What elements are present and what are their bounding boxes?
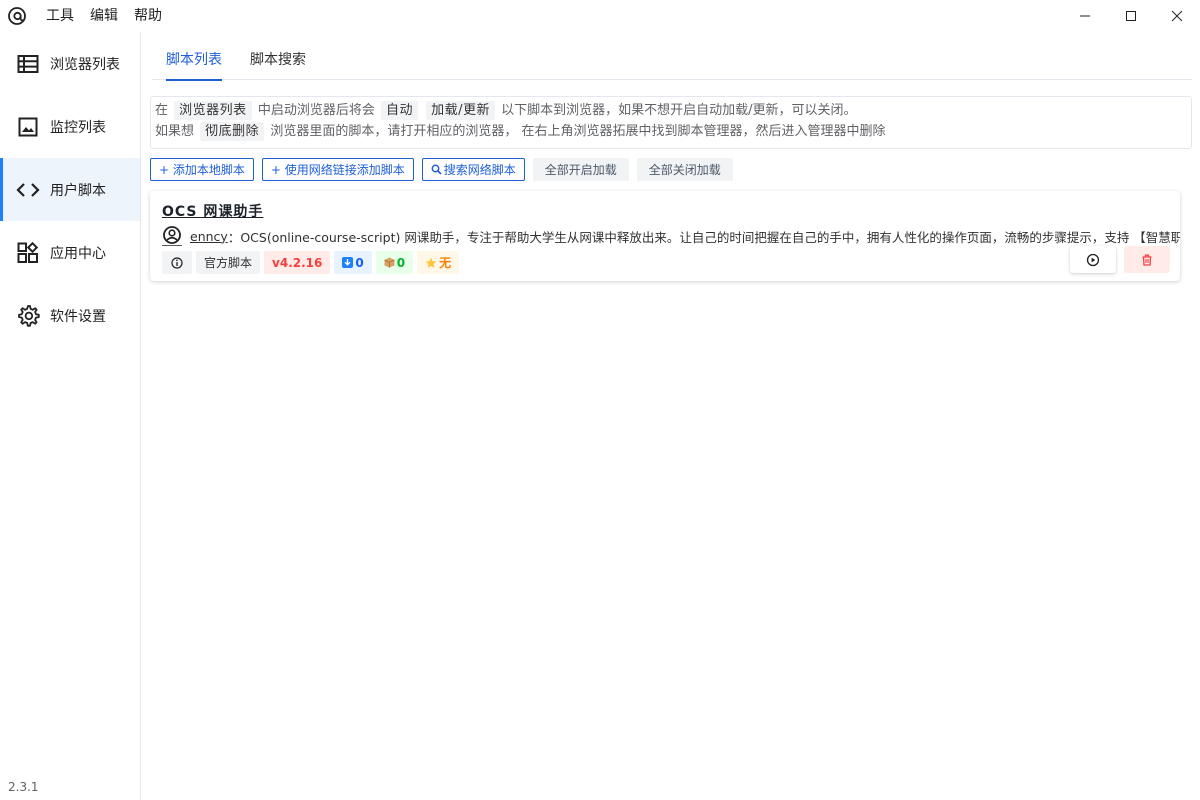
notice-line-2: 如果想 彻底删除 浏览器里面的脚本，请打开相应的浏览器， 在右上角浏览器拓展中找…	[155, 121, 1187, 142]
apps-icon	[16, 241, 40, 265]
menu-edit[interactable]: 编辑	[82, 0, 126, 32]
gear-icon	[16, 304, 40, 328]
star-icon	[425, 257, 437, 268]
rating-badge: 无	[417, 251, 460, 274]
sidebar-item-monitor-list[interactable]: 监控列表	[0, 95, 140, 158]
play-icon	[1086, 253, 1100, 266]
app-logo-icon	[0, 0, 34, 32]
tab-script-search[interactable]: 脚本搜索	[236, 32, 320, 80]
notice-text: 在	[155, 103, 169, 118]
search-icon	[431, 164, 442, 175]
info-notice: 在 浏览器列表 中启动浏览器后将会 自动 加载/更新 以下脚本到浏览器，如果不想…	[150, 96, 1192, 149]
rating-value: 无	[439, 256, 452, 270]
sidebar-item-label: 软件设置	[50, 308, 106, 325]
notice-line-1: 在 浏览器列表 中启动浏览器后将会 自动 加载/更新 以下脚本到浏览器，如果不想…	[155, 100, 1187, 121]
sidebar: 浏览器列表 监控列表 用户脚本 应用中心 软件设置 2.3.1	[0, 32, 141, 800]
image-icon	[16, 115, 40, 139]
disable-all-button[interactable]: 全部关闭加载	[636, 158, 733, 181]
action-bar: + 添加本地脚本 + 使用网络链接添加脚本 搜索网络脚本 全部开启加载 全部关闭…	[150, 158, 1192, 181]
sidebar-item-label: 监控列表	[50, 119, 106, 136]
script-description-row: enncy ： OCS(online-course-script) 网课助手，专…	[162, 226, 1180, 246]
notice-text: 浏览器里面的脚本，请打开相应的浏览器， 在右上角浏览器拓展中找到脚本管理器，然后…	[270, 124, 886, 139]
close-icon	[1171, 10, 1183, 22]
add-local-script-button[interactable]: + 添加本地脚本	[150, 158, 254, 181]
script-author[interactable]: enncy	[190, 229, 228, 244]
author-separator: ：	[227, 229, 241, 245]
download-count-badge: 0	[334, 251, 372, 274]
notice-code: 浏览器列表	[174, 101, 252, 120]
script-description: OCS(online-course-script) 网课助手，专注于帮助大学生从…	[240, 229, 1180, 245]
sidebar-item-label: 浏览器列表	[50, 56, 120, 73]
tab-script-list[interactable]: 脚本列表	[152, 32, 236, 81]
user-icon	[162, 226, 182, 246]
script-card-actions	[1070, 246, 1170, 273]
sidebar-item-browser-list[interactable]: 浏览器列表	[0, 32, 140, 95]
info-button[interactable]	[162, 251, 192, 274]
sidebar-item-label: 应用中心	[50, 245, 106, 262]
search-network-script-button[interactable]: 搜索网络脚本	[421, 158, 525, 181]
box-count-badge: 0	[375, 251, 414, 274]
add-url-script-button[interactable]: + 使用网络链接添加脚本	[261, 158, 414, 181]
window-controls	[1062, 0, 1200, 32]
version-badge: v4.2.16	[264, 251, 331, 274]
notice-text: 以下脚本到浏览器，如果不想开启自动加载/更新，可以关闭。	[501, 103, 857, 118]
sidebar-item-app-center[interactable]: 应用中心	[0, 221, 140, 284]
close-button[interactable]	[1154, 0, 1200, 32]
trash-icon	[1142, 254, 1152, 266]
official-script-badge: 官方脚本	[196, 251, 261, 274]
menu-tools[interactable]: 工具	[38, 0, 82, 32]
app-version: 2.3.1	[8, 780, 39, 794]
notice-code: 自动	[380, 101, 418, 120]
title-bar: 工具 编辑 帮助	[0, 0, 1200, 32]
delete-script-button[interactable]	[1124, 246, 1170, 273]
sidebar-item-settings[interactable]: 软件设置	[0, 284, 140, 347]
info-icon	[171, 256, 183, 269]
run-script-button[interactable]	[1070, 246, 1116, 273]
button-label: 搜索网络脚本	[443, 163, 516, 177]
notice-code: 彻底删除	[200, 122, 265, 141]
enable-all-button[interactable]: 全部开启加载	[532, 158, 629, 181]
notice-text: 中启动浏览器后将会	[257, 103, 375, 118]
download-count: 0	[355, 255, 364, 270]
notice-code: 加载/更新	[426, 101, 496, 120]
tab-bar: 脚本列表 脚本搜索	[152, 32, 1192, 81]
box-count: 0	[396, 255, 406, 270]
menu-help[interactable]: 帮助	[126, 0, 170, 32]
minimize-button[interactable]	[1062, 0, 1108, 32]
minimize-icon	[1080, 15, 1090, 17]
sidebar-item-user-scripts[interactable]: 用户脚本	[0, 158, 140, 221]
package-icon	[384, 257, 395, 268]
notice-text: 如果想	[155, 124, 195, 139]
maximize-button[interactable]	[1108, 0, 1154, 32]
sidebar-item-label: 用户脚本	[50, 182, 106, 199]
script-card: OCS 网课助手 enncy ： OCS(online-course-scrip…	[150, 191, 1180, 281]
maximize-icon	[1126, 11, 1136, 21]
list-icon	[16, 52, 40, 76]
main-content: 脚本列表 脚本搜索 在 浏览器列表 中启动浏览器后将会 自动 加载/更新 以下脚…	[150, 32, 1192, 800]
code-icon	[16, 178, 40, 202]
script-title[interactable]: OCS 网课助手	[162, 201, 1168, 221]
script-badges: 官方脚本 v4.2.16 0 0 无	[162, 251, 1168, 274]
download-icon	[342, 257, 354, 268]
menu-bar: 工具 编辑 帮助	[38, 0, 170, 32]
